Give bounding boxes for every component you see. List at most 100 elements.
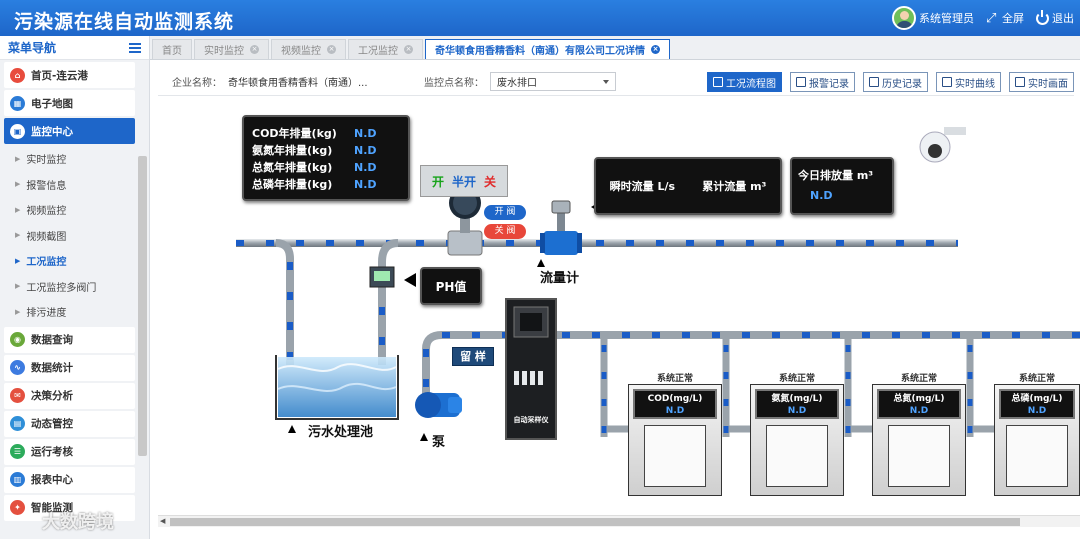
sidebar-item-dynamic[interactable]: ▤ 动态管控: [4, 410, 135, 437]
flowmeter-label: 流量计: [540, 271, 580, 286]
horizontal-scrollbar[interactable]: ◀: [158, 515, 1080, 527]
alarm-record-button[interactable]: 报警记录: [790, 72, 855, 92]
tab-realtime[interactable]: 实时监控 ×: [194, 39, 269, 59]
scroll-thumb[interactable]: [170, 518, 1020, 526]
pool-label: 污水处理池: [308, 425, 374, 440]
sub-label: 报警信息: [26, 180, 67, 192]
menu-toggle-icon[interactable]: [129, 42, 141, 53]
sidebar-item-label: 数据统计: [31, 362, 73, 374]
analyzer-status: 系统正常: [1018, 374, 1055, 384]
power-icon: [1036, 9, 1049, 25]
close-icon[interactable]: ×: [651, 45, 660, 54]
monitor-point-select[interactable]: 废水排口: [490, 72, 616, 91]
fullscreen-button[interactable]: 全屏: [986, 10, 1024, 26]
sidebar-sub-screenshot[interactable]: ▶ 视频截图: [0, 223, 135, 249]
sidebar-sub-video[interactable]: ▶ 视频监控: [0, 197, 135, 223]
ph-panel: PH值: [420, 267, 482, 305]
valve-open-state: 开: [431, 174, 444, 189]
ph-label: PH值: [435, 279, 467, 294]
analyzer-device-icon: [766, 425, 828, 487]
tab-bar: 首页 实时监控 × 视频监控 × 工况监控 × 奇华顿食用香精香料（南通）有限公司工况…: [150, 36, 1080, 60]
analyzer-cod: 系统正常 COD(mg/L) N.D: [628, 371, 722, 496]
sidebar-sub-multivalve[interactable]: ▶ 工况监控多阀门: [0, 274, 135, 300]
analyzer-name: 总磷(mg/L): [1011, 394, 1063, 404]
instant-flow-label: 瞬时流量 L/s: [609, 180, 676, 193]
analyzer-name: 氨氮(mg/L): [771, 394, 823, 404]
sub-label: 工况监控: [26, 257, 67, 269]
sidebar-item-query[interactable]: ◉ 数据查询: [4, 326, 135, 353]
analyzer-value: N.D: [787, 406, 807, 416]
sidebar-scrollbar[interactable]: [138, 156, 147, 456]
history-record-button[interactable]: 历史记录: [863, 72, 928, 92]
tab-label: 实时监控: [204, 46, 244, 57]
tab-condition[interactable]: 工况监控 ×: [348, 39, 423, 59]
analyzer-value: N.D: [665, 406, 685, 416]
open-valve-button[interactable]: 开 阀: [484, 205, 526, 220]
user-menu[interactable]: 系统管理员: [892, 6, 974, 30]
smart-icon: ✦: [10, 500, 25, 515]
sidebar-item-label: 监控中心: [31, 125, 73, 138]
caret-right-icon: ▶: [15, 256, 21, 265]
sub-label: 视频监控: [26, 206, 67, 218]
sidebar-item-map[interactable]: ▦ 电子地图: [4, 90, 135, 116]
user-area: 系统管理员 全屏 退出: [892, 0, 1080, 36]
valve-icon: [447, 187, 483, 256]
realtime-screen-button[interactable]: 实时画面: [1009, 72, 1074, 92]
analyzer-status: 系统正常: [778, 374, 815, 384]
close-icon[interactable]: ×: [250, 45, 259, 54]
button-label: 历史记录: [882, 78, 922, 90]
close-icon[interactable]: ×: [327, 45, 336, 54]
close-valve-button[interactable]: 关 阀: [484, 224, 526, 239]
scroll-left-icon[interactable]: ◀: [160, 517, 165, 525]
cod-annual-value: N.D: [354, 127, 377, 140]
fullscreen-icon: [986, 12, 999, 25]
top-header: 污染源在线自动监测系统 系统管理员 全屏 退出: [0, 0, 1080, 36]
sidebar-item-label: 首页-连云港: [31, 69, 88, 82]
flowmeter-icon: [540, 200, 582, 255]
fullscreen-label: 全屏: [1002, 12, 1024, 25]
sidebar-item-stats[interactable]: ∿ 数据统计: [4, 354, 135, 381]
sample-button[interactable]: 留 样: [452, 347, 494, 366]
logout-button[interactable]: 退出: [1036, 9, 1074, 26]
sub-label: 工况监控多阀门: [26, 282, 97, 294]
sidebar-item-report[interactable]: ▥ 报表中心: [4, 466, 135, 493]
action-buttons: 工况流程图 报警记录 历史记录 实时曲线 实时画面: [707, 72, 1074, 92]
tn-annual-label: 总氮年排量(kg): [252, 161, 333, 174]
pointer-arrow-icon: [288, 425, 296, 433]
tab-company-detail[interactable]: 奇华顿食用香精香料（南通）有限公司工况详情 ×: [425, 39, 670, 59]
sidebar-sub-progress[interactable]: ▶ 排污进度: [0, 299, 135, 325]
sidebar-sub-condition[interactable]: ▶ 工况监控: [0, 248, 135, 274]
analyzer-nh3: 系统正常 氨氮(mg/L) N.D: [750, 371, 844, 496]
daily-value: N.D: [810, 189, 833, 202]
sub-label: 视频截图: [26, 231, 67, 243]
sidebar-item-home[interactable]: ⌂ 首页-连云港: [4, 62, 135, 88]
analyzer-device-icon: [644, 425, 706, 487]
sub-label: 排污进度: [26, 308, 67, 320]
button-label: 工况流程图: [726, 78, 776, 90]
close-icon[interactable]: ×: [404, 45, 413, 54]
avatar: [892, 6, 916, 30]
app-title: 污染源在线自动监测系统: [14, 11, 235, 33]
tn-annual-value: N.D: [354, 161, 377, 174]
valve-close-state: 关: [484, 174, 497, 189]
valve-half-state: 半开: [451, 174, 476, 189]
sidebar-item-decision[interactable]: ✉ 决策分析: [4, 382, 135, 409]
picture-icon: [1015, 77, 1025, 87]
caret-right-icon: ▶: [15, 282, 21, 291]
pointer-arrow-icon: [420, 433, 428, 441]
sidebar-item-assessment[interactable]: ☰ 运行考核: [4, 438, 135, 465]
tab-label: 奇华顿食用香精香料（南通）有限公司工况详情: [435, 46, 645, 57]
sidebar-item-monitor[interactable]: ▣ 监控中心: [4, 118, 135, 144]
analyzer-tp: 系统正常 总磷(mg/L) N.D: [994, 371, 1080, 496]
sidebar-sub-alarm[interactable]: ▶ 报警信息: [0, 172, 135, 198]
tab-home[interactable]: 首页: [152, 39, 192, 59]
sidebar-title: 菜单导航: [8, 41, 57, 55]
tab-video[interactable]: 视频监控 ×: [271, 39, 346, 59]
realtime-curve-button[interactable]: 实时曲线: [936, 72, 1001, 92]
analyzer-name: 总氮(mg/L): [893, 394, 945, 404]
analyzer-value: N.D: [1027, 406, 1047, 416]
button-label: 报警记录: [809, 78, 849, 90]
pointer-arrow-icon: [404, 273, 416, 287]
sidebar-sub-realtime[interactable]: ▶ 实时监控: [0, 146, 135, 172]
flow-chart-button[interactable]: 工况流程图: [707, 72, 782, 92]
